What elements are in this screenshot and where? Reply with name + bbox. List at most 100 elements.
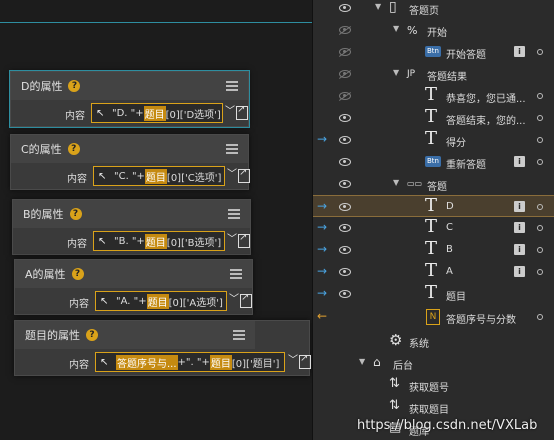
card-header[interactable]: D的属性 ?: [11, 72, 248, 100]
property-card-d[interactable]: D的属性 ? 内容 ↖ "D. "+ 题目 [0]['D选项'] ﹀: [9, 70, 250, 128]
menu-icon[interactable]: [226, 144, 238, 154]
tree-row-fetch-question[interactable]: ⇅ 获取题目: [313, 396, 554, 418]
tree-item-label: 开始: [427, 28, 447, 39]
status-dot-icon[interactable]: [537, 269, 543, 275]
status-dot-icon[interactable]: [537, 225, 543, 231]
layer-tree-panel[interactable]: ▼ ▯ 答题页 ▼ % 开始 Btn 开始答题 i ▼ JP 答题结果 T 恭喜…: [312, 0, 554, 440]
status-dot-icon[interactable]: [537, 159, 543, 165]
status-dot-icon[interactable]: [537, 49, 543, 55]
card-header[interactable]: 题目的属性 ?: [15, 321, 255, 349]
back-arrow-icon[interactable]: ←: [317, 309, 331, 323]
expand-icon[interactable]: [236, 104, 248, 120]
menu-icon[interactable]: [233, 330, 245, 340]
tree-row-system[interactable]: ⚙ 系统: [313, 330, 554, 352]
tree-row-backend[interactable]: ▼ ⌂ 后台: [313, 352, 554, 374]
expand-toggle-icon[interactable]: ▼: [393, 68, 399, 77]
status-dot-icon[interactable]: [537, 204, 543, 210]
visibility-eye-icon[interactable]: [339, 1, 353, 15]
status-dot-icon[interactable]: [537, 137, 543, 143]
visibility-eye-off-icon[interactable]: [339, 45, 353, 59]
tree-row-number-score[interactable]: ← N 答题序号与分数: [313, 306, 554, 328]
tree-row-c[interactable]: → T C i: [313, 216, 554, 239]
visibility-eye-icon[interactable]: [339, 133, 353, 147]
visibility-eye-icon[interactable]: [339, 111, 353, 125]
tree-row-score[interactable]: → T 得分: [313, 128, 554, 151]
help-icon[interactable]: ?: [86, 329, 98, 341]
tree-row-a[interactable]: → T A i: [313, 260, 554, 283]
visibility-eye-icon[interactable]: [339, 287, 353, 301]
link-arrow-icon[interactable]: →: [317, 132, 331, 146]
visibility-eye-icon[interactable]: [339, 243, 353, 257]
chevron-down-icon[interactable]: ﹀: [226, 231, 238, 251]
visibility-eye-off-icon[interactable]: [339, 89, 353, 103]
expand-icon[interactable]: [238, 167, 250, 183]
link-arrow-icon[interactable]: →: [317, 220, 331, 234]
info-icon[interactable]: i: [514, 266, 525, 277]
link-arrow-icon[interactable]: →: [317, 199, 331, 213]
expand-toggle-icon[interactable]: ▼: [375, 2, 381, 11]
expand-toggle-icon[interactable]: ▼: [393, 24, 399, 33]
visibility-eye-icon[interactable]: [339, 221, 353, 235]
tree-row-result[interactable]: ▼ JP 答题结果: [313, 63, 554, 85]
menu-icon[interactable]: [228, 209, 240, 219]
expand-toggle-icon[interactable]: ▼: [359, 357, 365, 366]
property-card-a[interactable]: A的属性 ? 内容 ↖ "A. "+ 题目 [0]['A选项'] ﹀: [14, 259, 253, 315]
expand-icon[interactable]: [299, 353, 311, 369]
tree-row-b[interactable]: → T B i: [313, 238, 554, 261]
expression-field[interactable]: ↖ "D. "+ 题目 [0]['D选项']: [91, 103, 223, 123]
link-arrow-icon[interactable]: →: [317, 286, 331, 300]
expand-toggle-icon[interactable]: ▼: [393, 178, 399, 187]
property-card-question[interactable]: 题目的属性 ? 内容 ↖ 答题序号与... +". "+ 题目 [0]['题目'…: [14, 320, 311, 376]
help-icon[interactable]: ?: [68, 80, 81, 92]
visibility-eye-icon[interactable]: [339, 265, 353, 279]
status-dot-icon[interactable]: [537, 115, 543, 121]
tree-row-congrats-text[interactable]: T 恭喜您，您已通...: [313, 84, 554, 107]
help-icon[interactable]: ?: [71, 268, 84, 280]
property-card-c[interactable]: C的属性 ? 内容 ↖ "C. "+ 题目 [0]['C选项'] ﹀: [10, 134, 250, 190]
chevron-down-icon[interactable]: ﹀: [287, 352, 299, 372]
tree-row-d[interactable]: → T D i: [313, 195, 554, 217]
link-arrow-icon[interactable]: →: [317, 242, 331, 256]
visibility-eye-icon[interactable]: [339, 200, 353, 214]
status-dot-icon[interactable]: [537, 247, 543, 253]
card-header[interactable]: C的属性 ?: [11, 135, 248, 163]
status-dot-icon[interactable]: [537, 93, 543, 99]
expand-icon[interactable]: [238, 232, 250, 248]
visibility-eye-off-icon[interactable]: [339, 67, 353, 81]
info-icon[interactable]: i: [514, 156, 525, 167]
tree-row-end-text[interactable]: T 答题结束，您的...: [313, 106, 554, 129]
tree-row-start[interactable]: ▼ % 开始: [313, 19, 554, 41]
menu-icon[interactable]: [226, 81, 238, 91]
expression-field[interactable]: ↖ 答题序号与... +". "+ 题目 [0]['题目']: [95, 352, 285, 372]
expand-icon[interactable]: [240, 292, 252, 308]
info-icon[interactable]: i: [514, 244, 525, 255]
tree-row-restart-button[interactable]: Btn 重新答题 i: [313, 151, 554, 173]
link-arrow-icon[interactable]: →: [317, 264, 331, 278]
help-icon[interactable]: ?: [67, 143, 80, 155]
info-icon[interactable]: i: [514, 222, 525, 233]
expression-field[interactable]: ↖ "A. "+ 题目 [0]['A选项']: [95, 291, 227, 311]
design-canvas[interactable]: D的属性 ? 内容 ↖ "D. "+ 题目 [0]['D选项'] ﹀ C的属性 …: [0, 0, 312, 440]
expr-prefix: "A. "+: [116, 295, 147, 307]
help-icon[interactable]: ?: [69, 208, 82, 220]
card-header[interactable]: B的属性 ?: [13, 200, 250, 228]
visibility-eye-off-icon[interactable]: [339, 23, 353, 37]
info-icon[interactable]: i: [514, 46, 525, 57]
tree-row-page[interactable]: ▼ ▯ 答题页: [313, 0, 554, 19]
tree-row-start-button[interactable]: Btn 开始答题 i: [313, 41, 554, 63]
tree-row-fetch-number[interactable]: ⇅ 获取题号: [313, 374, 554, 396]
expression-field[interactable]: ↖ "B. "+ 题目 [0]['B选项']: [93, 231, 225, 251]
expression-field[interactable]: ↖ "C. "+ 题目 [0]['C选项']: [93, 166, 225, 186]
status-dot-icon[interactable]: [537, 314, 543, 320]
menu-icon[interactable]: [230, 269, 242, 279]
tree-row-answer-group[interactable]: ▼ ▭▭ 答题: [313, 173, 554, 195]
chevron-down-icon[interactable]: ﹀: [228, 291, 240, 311]
info-icon[interactable]: i: [514, 201, 525, 212]
chevron-down-icon[interactable]: ﹀: [224, 103, 236, 123]
property-card-b[interactable]: B的属性 ? 内容 ↖ "B. "+ 题目 [0]['B选项'] ﹀: [12, 199, 251, 255]
chevron-down-icon[interactable]: ﹀: [226, 166, 238, 186]
tree-row-question[interactable]: → T 题目: [313, 282, 554, 305]
visibility-eye-icon[interactable]: [339, 155, 353, 169]
card-header[interactable]: A的属性 ?: [15, 260, 252, 288]
visibility-eye-icon[interactable]: [339, 177, 353, 191]
